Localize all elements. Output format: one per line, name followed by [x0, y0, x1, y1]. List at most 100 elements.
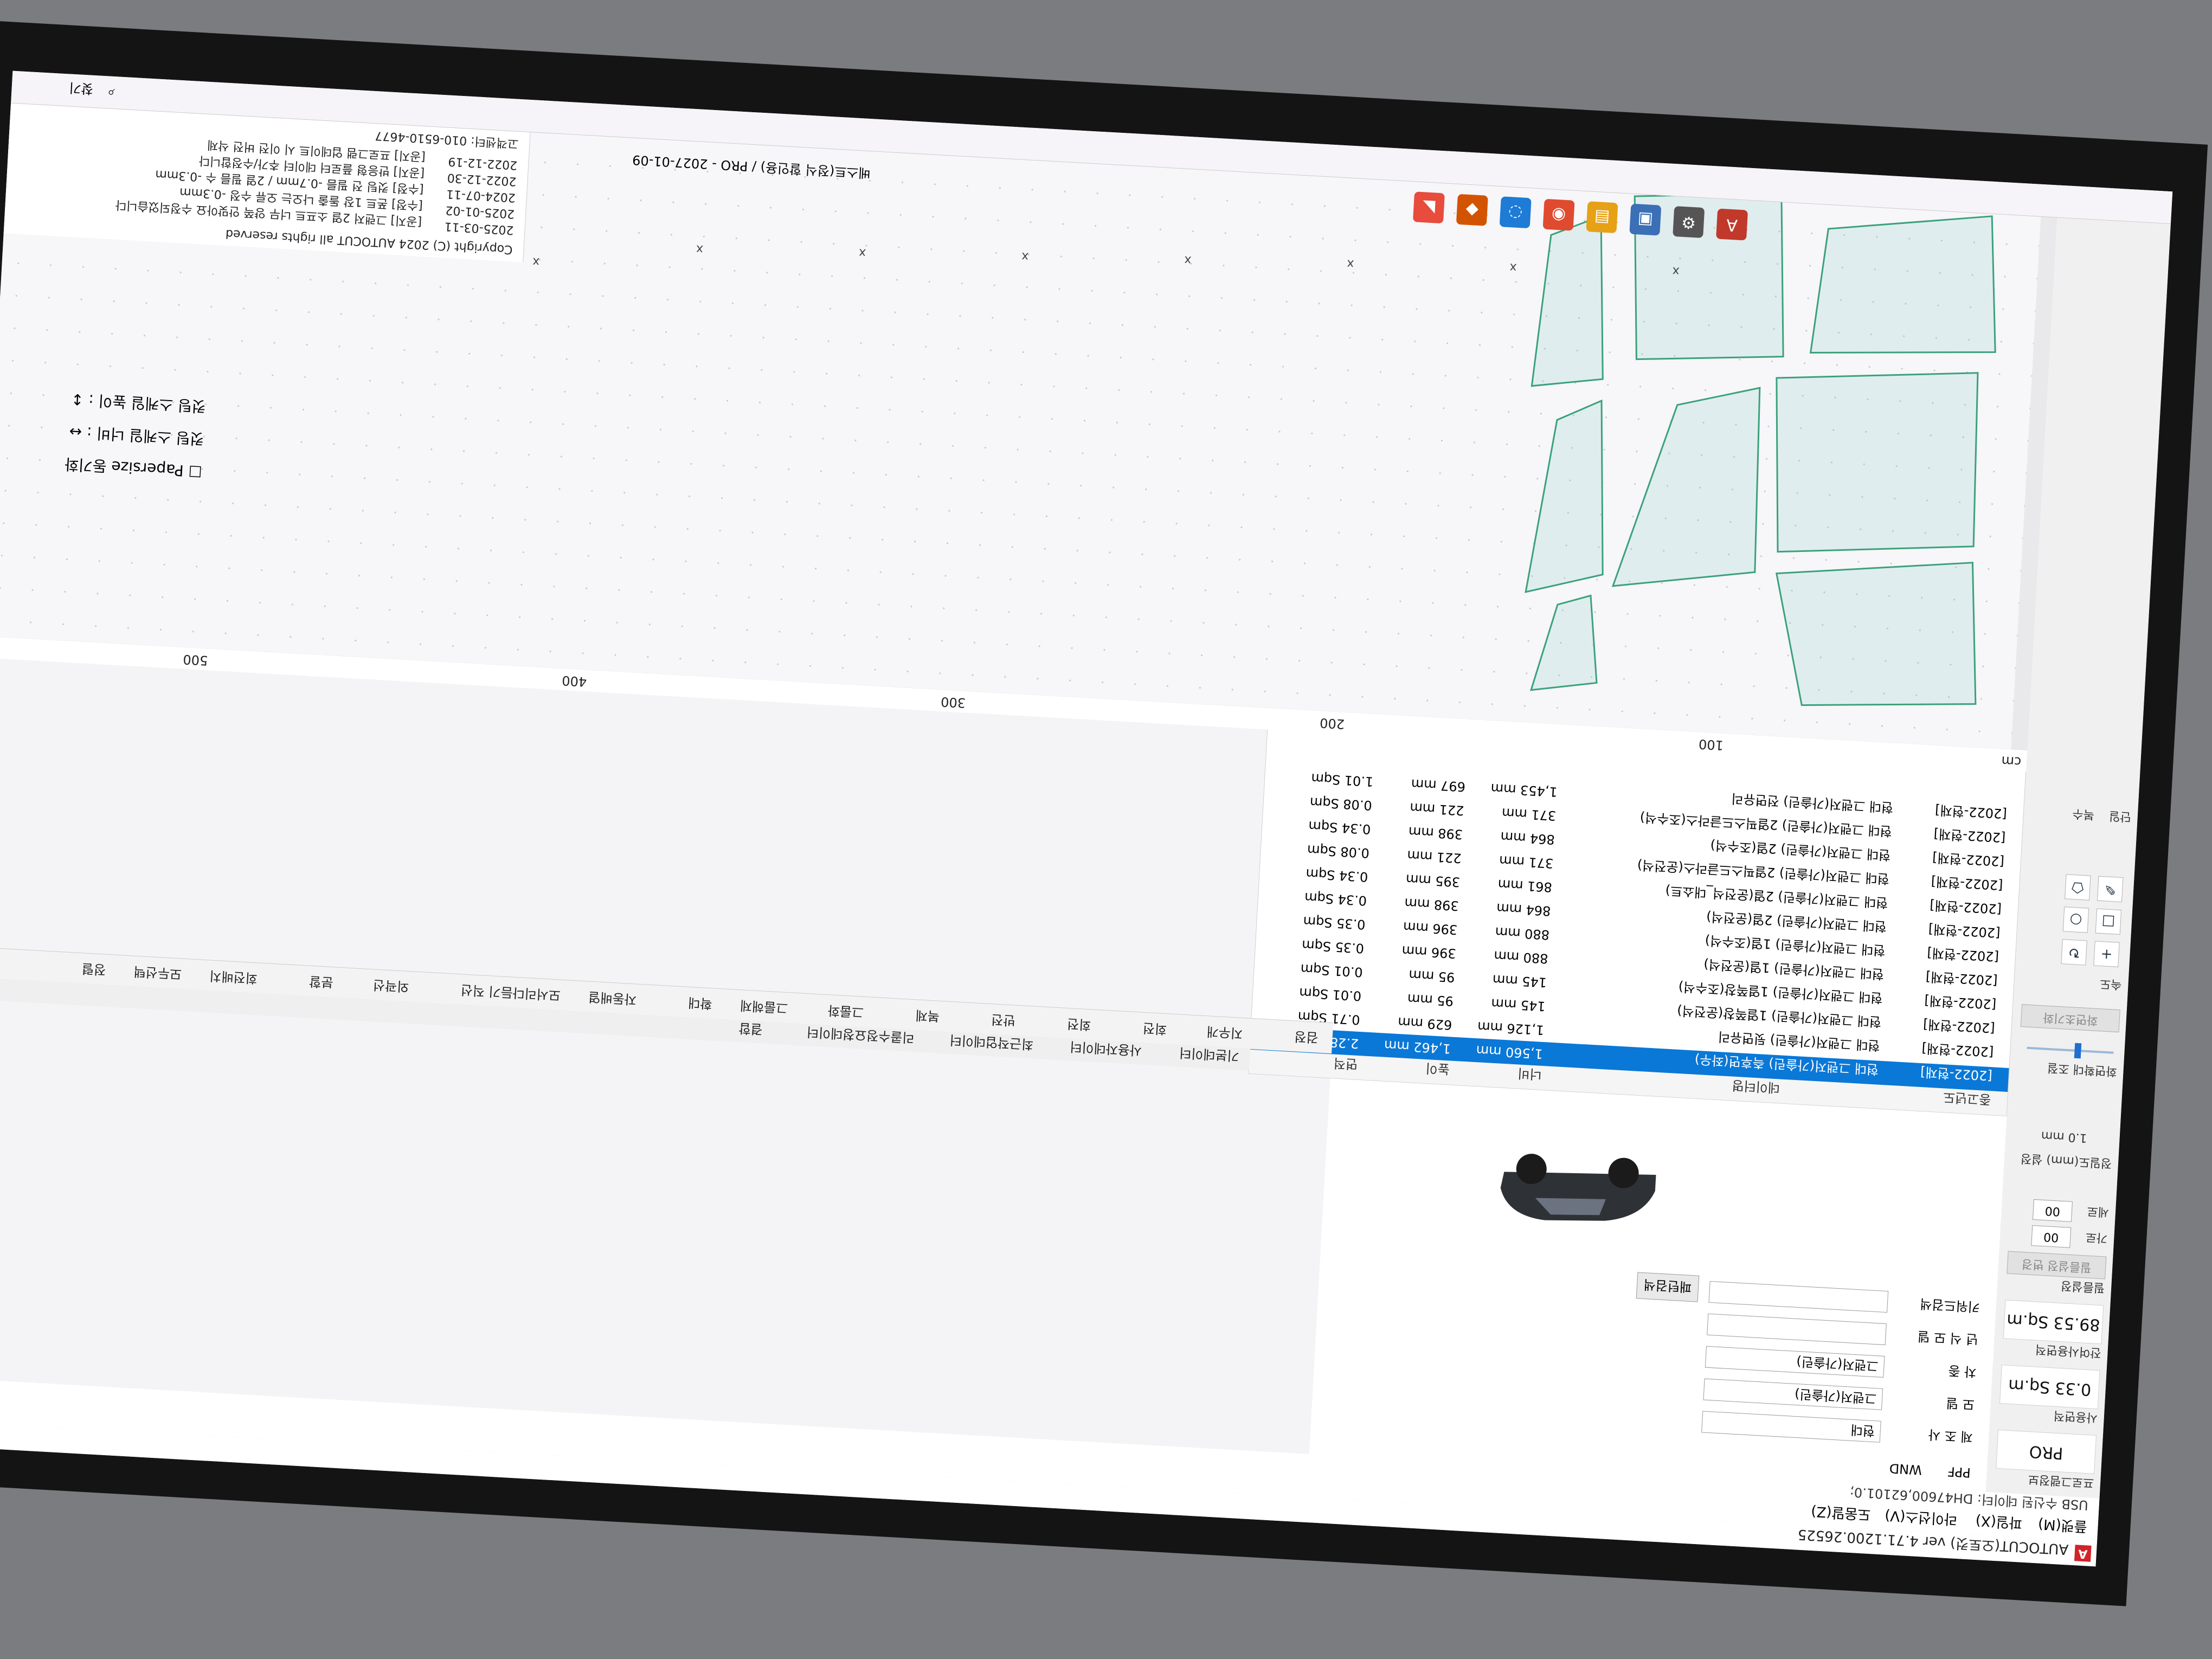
screen: DELL A AUTOCUT(오토컷) ver 4.71.1200.26525 …	[0, 0, 2212, 1659]
toolbar-button[interactable]: 분할	[305, 970, 337, 993]
settings-icon[interactable]: ⚙	[1673, 206, 1705, 239]
close-icon[interactable]: x	[1672, 264, 1680, 278]
search-row: 키워드검색 패턴검색	[1636, 1272, 1980, 1318]
cell-year: [2022-현재]	[1928, 921, 2001, 941]
cell-year: [2022-현재]	[1933, 826, 2007, 845]
close-icon[interactable]: x	[1021, 249, 1029, 263]
maker-select[interactable]: 현대	[1701, 1411, 1881, 1443]
cell-area: 0.35 Sqm	[1302, 913, 1366, 933]
refresh-tool-icon[interactable]: ↻	[2061, 939, 2087, 966]
maker-label: 제 조 사	[1928, 1426, 1973, 1445]
cell-year: [2022-현재]	[1920, 1064, 1993, 1084]
used-area-label: 사용면적	[2053, 1408, 2098, 1425]
close-icon[interactable]: x	[696, 242, 703, 256]
toolbar-button[interactable]: 모두선택	[130, 960, 185, 985]
zoom-reset-button[interactable]: 화면초기화	[2020, 1004, 2120, 1033]
cell-h: 95 mm	[1407, 991, 1454, 1009]
pattern-search-button[interactable]: 패턴검색	[1636, 1272, 1700, 1302]
plus-tool-icon[interactable]: +	[2093, 941, 2120, 967]
edge-icon[interactable]: ◌	[1499, 196, 1532, 229]
close-icon[interactable]: x	[858, 246, 866, 260]
cell-w: 864 mm	[1500, 829, 1555, 847]
notice-date: 2025-03-11	[444, 219, 515, 237]
col-name: 데이터명	[1731, 1077, 1780, 1096]
keyword-input[interactable]	[1708, 1281, 1889, 1313]
tab-combine[interactable]: 결합	[738, 1020, 763, 1040]
film-setting-button[interactable]: 필름설정 변경	[2007, 1251, 2107, 1279]
toolbar-button[interactable]: 회전배치	[205, 964, 261, 989]
close-icon[interactable]: x	[1184, 253, 1192, 267]
mode-option-multi[interactable]: 복수	[2072, 806, 2095, 825]
precision-value[interactable]: 1.0 mm	[2041, 1129, 2087, 1145]
height-input[interactable]: 00	[2032, 1199, 2073, 1222]
pen-tool-icon[interactable]: ✎	[2097, 876, 2124, 903]
chrome-icon[interactable]: ◉	[1542, 198, 1575, 231]
cell-w: 864 mm	[1496, 900, 1552, 919]
cell-w: 371 mm	[1499, 852, 1554, 871]
year-select[interactable]	[1707, 1313, 1887, 1346]
toolbar-button[interactable]: 그룹화	[824, 999, 867, 1023]
cell-h: 395 mm	[1405, 871, 1461, 890]
circle-tool-icon[interactable]: ○	[2062, 906, 2089, 933]
notice-date: 2024-07-11	[446, 187, 516, 204]
tab-ppf[interactable]: PPF	[1947, 1455, 1971, 1480]
toolbar-button[interactable]: 그룹해제	[736, 994, 792, 1019]
close-icon[interactable]: x	[1347, 257, 1354, 271]
mode-option-single[interactable]: 단일	[2108, 808, 2132, 827]
taskbar-search-label[interactable]: 찾기	[69, 79, 94, 99]
car-image	[1500, 1154, 1656, 1221]
close-icon[interactable]: x	[532, 255, 540, 269]
close-icon[interactable]: x	[1509, 260, 1517, 274]
app-logo-icon: A	[2074, 1545, 2092, 1562]
notice-date: 2025-01-02	[445, 203, 515, 221]
toolbar-button[interactable]: 회전	[1139, 1017, 1171, 1040]
autocut-app-icon[interactable]: A	[1716, 208, 1748, 241]
cell-w: 861 mm	[1497, 876, 1553, 895]
toolbar-button[interactable]: 직선	[457, 979, 488, 1002]
rect-tool-icon[interactable]: □	[2095, 908, 2122, 935]
program-info-value: PRO	[1996, 1429, 2097, 1474]
model-select[interactable]: 그랜저(가솔린)	[1703, 1378, 1883, 1410]
toolbar-button[interactable]: 정렬	[78, 957, 110, 981]
toolbar-button[interactable]: 복제	[912, 1004, 943, 1027]
toolbar-button[interactable]: 검정	[1290, 1025, 1322, 1049]
toolbar-button[interactable]: 자동배열	[584, 986, 640, 1011]
cell-year: [2022-현재]	[1922, 1017, 1996, 1036]
folder-icon[interactable]: ▤	[1586, 201, 1618, 234]
width-input[interactable]: 00	[2031, 1225, 2072, 1248]
zoom-slider-handle[interactable]	[2074, 1043, 2082, 1059]
height-label: 세로	[2086, 1204, 2110, 1219]
remain-area-value: 89.53 Sq.m	[2003, 1300, 2104, 1345]
toolbar-button[interactable]: 반전	[987, 1008, 1019, 1032]
program-info-label: 프로그램정보	[2028, 1472, 2094, 1489]
pdf-icon[interactable]: ◣	[1412, 191, 1445, 224]
cell-h: 1,462 mm	[1384, 1037, 1451, 1057]
search-icon[interactable]: ⌕	[107, 85, 115, 101]
cell-area: 0.01 Sqm	[1300, 961, 1364, 980]
cell-w: 1,453 mm	[1490, 780, 1558, 800]
pattern-table: 종고년도 데이터명 너비 높이 면적 [2022-현재] 현대 그랜저(가솔린) …	[1248, 726, 2027, 1116]
toolbar-button[interactable]: 지우개	[1203, 1020, 1246, 1044]
model-row: 모 델 그랜저(가솔린)	[1703, 1378, 1975, 1416]
app-icon[interactable]: ▣	[1629, 203, 1662, 236]
zoom-slider[interactable]	[2027, 1043, 2114, 1059]
cell-h: 398 mm	[1404, 895, 1459, 914]
film-setting-label: 필름설정	[2060, 1278, 2105, 1295]
ruler-tick: 300	[940, 693, 966, 711]
cell-h: 396 mm	[1401, 943, 1457, 961]
cartype-select[interactable]: 그랜저(가솔린)	[1705, 1346, 1885, 1378]
cell-h: 398 mm	[1408, 824, 1463, 843]
ruler-tick: 400	[561, 672, 587, 690]
toolbar-button[interactable]: 외곽선	[369, 974, 413, 998]
tab-wnd[interactable]: WND	[1889, 1452, 1923, 1477]
toolbar-button[interactable]: 모서리다듬기	[485, 980, 564, 1006]
polygon-tool-icon[interactable]: ⬠	[2065, 874, 2091, 901]
office-icon[interactable]: ◆	[1456, 194, 1488, 226]
toolbar-button[interactable]: 회전	[1063, 1013, 1095, 1036]
cell-year: [2022-현재]	[1934, 802, 2008, 822]
toolbar-button[interactable]: 확대	[684, 992, 716, 1015]
ruler-tick: 200	[1319, 715, 1345, 732]
year-row: 년 식 모 델	[1707, 1313, 1979, 1350]
cell-h: 396 mm	[1403, 919, 1458, 937]
remain-area-label: 잔여사용면적	[2035, 1342, 2102, 1360]
